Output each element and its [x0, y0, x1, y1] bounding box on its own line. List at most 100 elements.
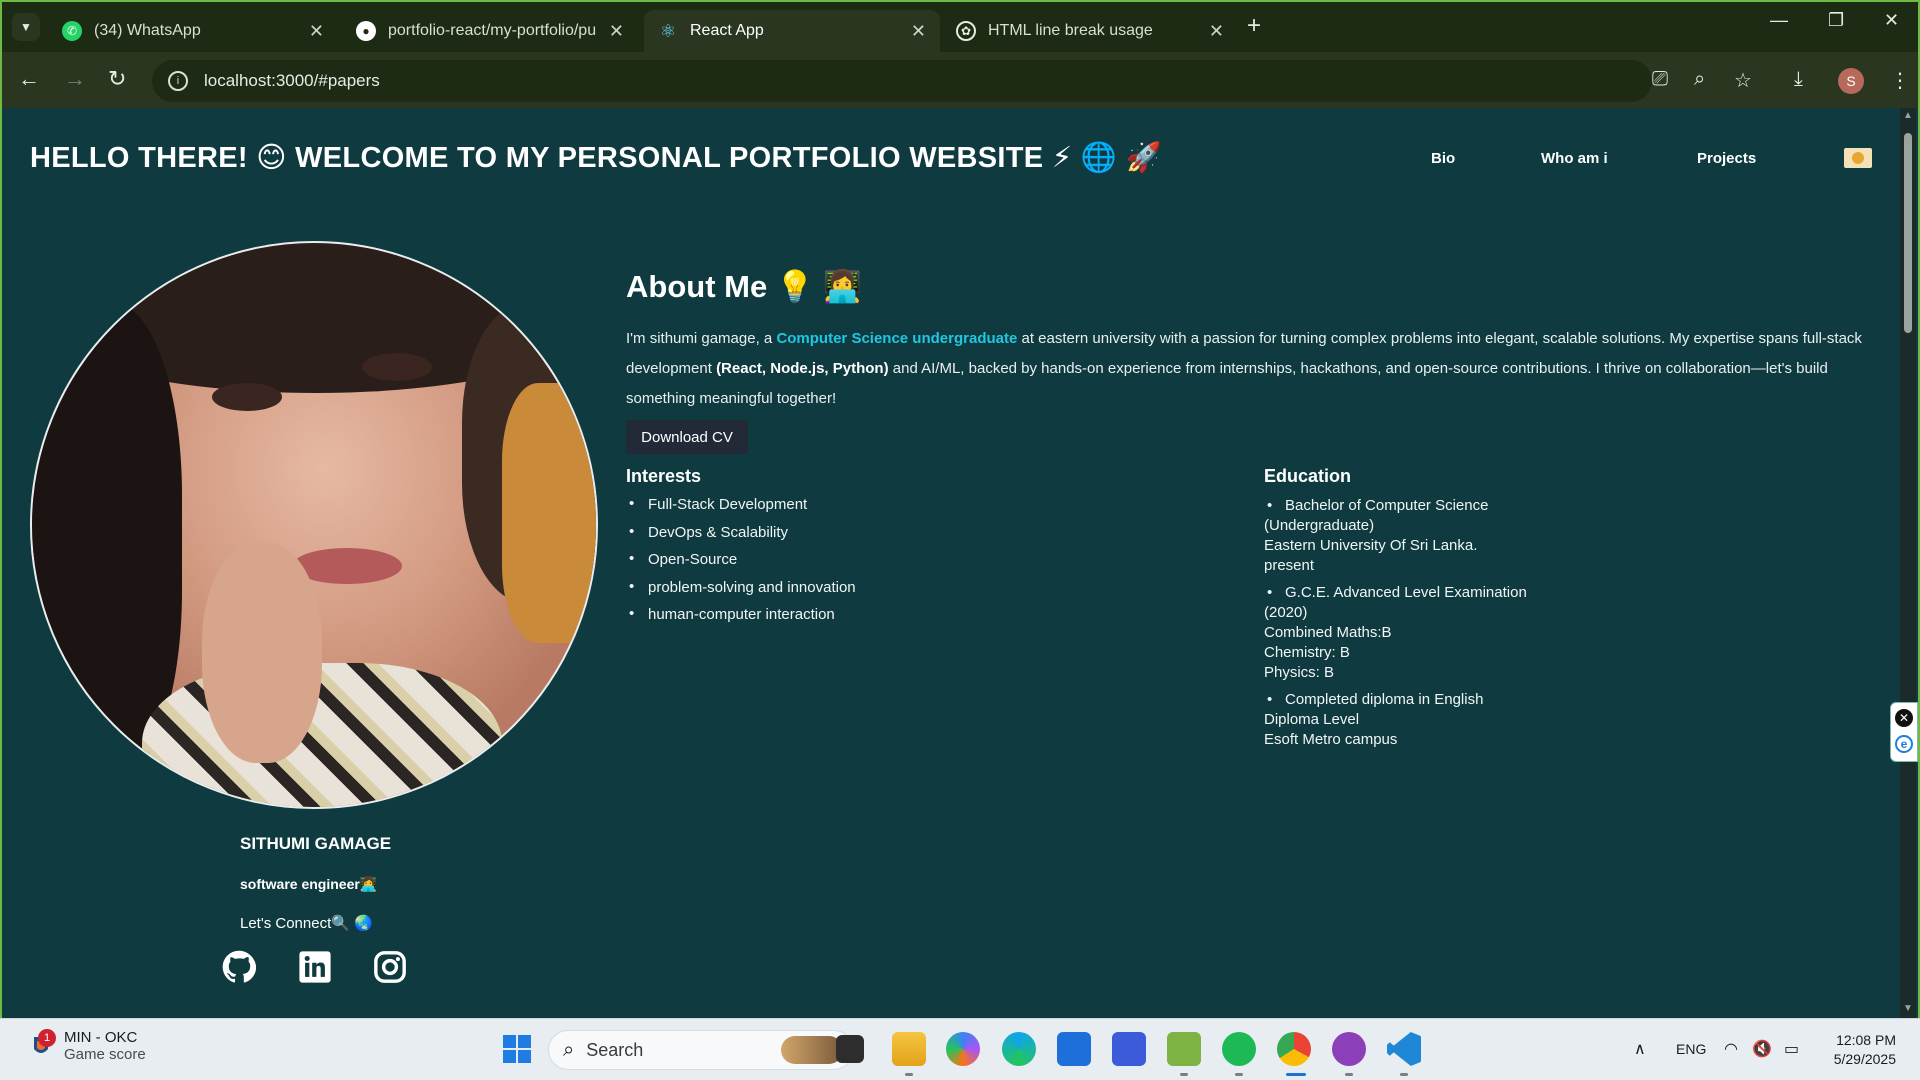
- close-window-button[interactable]: ✕: [1884, 10, 1899, 31]
- site-info-icon[interactable]: i: [168, 71, 188, 91]
- list-item: problem-solving and innovation: [626, 578, 856, 607]
- list-item: Open-Source: [626, 550, 856, 579]
- copilot-icon[interactable]: [946, 1032, 980, 1066]
- menu-kebab-icon[interactable]: ⋮: [1890, 68, 1910, 93]
- notification-badge: 1: [38, 1029, 56, 1047]
- close-icon[interactable]: ✕: [609, 21, 624, 42]
- math-app-icon[interactable]: [1112, 1032, 1146, 1066]
- profile-role: software engineer👩‍💻: [240, 876, 378, 892]
- download-icon[interactable]: ⤓: [1794, 68, 1803, 91]
- task-view-icon[interactable]: [836, 1035, 864, 1063]
- install-app-icon[interactable]: ⎚: [1652, 68, 1668, 91]
- volume-muted-icon[interactable]: 🔇: [1752, 1039, 1772, 1059]
- instagram-icon[interactable]: [373, 950, 407, 984]
- education-detail: (2020): [1264, 604, 1308, 621]
- education-detail: Combined Maths:B: [1264, 624, 1392, 641]
- tab-whatsapp[interactable]: ✆ (34) WhatsApp ✕: [48, 10, 338, 52]
- education-detail: present: [1264, 557, 1315, 574]
- zoom-icon[interactable]: ⌕: [1694, 68, 1705, 91]
- url-text[interactable]: localhost:3000/#papers: [204, 71, 380, 91]
- linkedin-icon[interactable]: [298, 950, 332, 984]
- address-bar[interactable]: i localhost:3000/#papers: [152, 60, 1652, 102]
- vscode-icon[interactable]: [1387, 1032, 1421, 1066]
- about-text-part: I'm sithumi gamage, a: [626, 330, 777, 347]
- widget-title: MIN - OKC: [64, 1029, 138, 1046]
- taskbar-search-box[interactable]: ⌕ Search: [548, 1030, 854, 1070]
- nav-link-who-am-i[interactable]: Who am i: [1541, 150, 1608, 167]
- connect-label: Let's Connect🔍 🌏: [240, 915, 373, 932]
- about-heading: About Me 💡 👩‍💻: [626, 269, 862, 304]
- list-item: • Completed diploma in English Diploma Le…: [1264, 690, 1564, 750]
- about-highlight: Computer Science undergraduate: [776, 330, 1018, 347]
- clock-date: 5/29/2025: [1833, 1051, 1896, 1067]
- education-list: • Bachelor of Computer Science (Undergrad…: [1264, 496, 1564, 757]
- tab-react-app[interactable]: ⚛ React App ✕: [644, 10, 940, 52]
- back-button[interactable]: ←: [18, 66, 40, 92]
- education-degree: Bachelor of Computer Science: [1285, 497, 1489, 514]
- education-institution: Eastern University Of Sri Lanka.: [1264, 537, 1478, 554]
- education-detail: (Undergraduate): [1264, 517, 1375, 534]
- restore-button[interactable]: ❐: [1828, 10, 1844, 31]
- page-title: HELLO THERE! 😊 WELCOME TO MY PERSONAL PO…: [30, 142, 1162, 174]
- windows-start-icon[interactable]: [500, 1032, 534, 1066]
- tab-search-button[interactable]: ▼: [12, 13, 40, 41]
- bookmark-star-icon[interactable]: ☆: [1734, 68, 1752, 93]
- forward-button[interactable]: →: [64, 66, 86, 92]
- system-clock[interactable]: 12:08 PM 5/29/2025: [1816, 1031, 1896, 1069]
- close-icon[interactable]: ✕: [1209, 21, 1224, 42]
- microsoft-store-icon[interactable]: [1057, 1032, 1091, 1066]
- minimize-button[interactable]: —: [1770, 10, 1788, 31]
- education-detail: Diploma Level: [1264, 711, 1360, 728]
- tab-title: HTML line break usage: [988, 22, 1153, 39]
- tab-title: (34) WhatsApp: [94, 22, 201, 39]
- tab-github[interactable]: ● portfolio-react/my-portfolio/pu ✕: [342, 10, 638, 52]
- nav-link-projects[interactable]: Projects: [1697, 150, 1756, 167]
- profile-avatar[interactable]: S: [1838, 68, 1864, 94]
- tab-title: portfolio-react/my-portfolio/pu: [388, 22, 597, 39]
- scroll-up-icon[interactable]: ▲: [1903, 110, 1913, 121]
- whatsapp-icon: ✆: [62, 21, 82, 41]
- scroll-down-icon[interactable]: ▼: [1903, 1003, 1913, 1014]
- tab-chatgpt[interactable]: ✿ HTML line break usage ✕: [942, 10, 1238, 52]
- list-item: • G.C.E. Advanced Level Examination (2020…: [1264, 583, 1564, 683]
- spotify-icon[interactable]: [1222, 1032, 1256, 1066]
- close-icon[interactable]: ✕: [1895, 709, 1913, 727]
- theme-toggle-button[interactable]: [1844, 148, 1872, 168]
- education-heading: Education: [1264, 466, 1352, 486]
- chrome-icon[interactable]: [1277, 1032, 1311, 1066]
- download-cv-button[interactable]: Download CV: [626, 420, 748, 454]
- search-highlight-image: [781, 1036, 843, 1064]
- search-icon: ⌕: [563, 1038, 575, 1061]
- interests-list: Full-Stack Development DevOps & Scalabil…: [626, 495, 856, 634]
- list-item: • Bachelor of Computer Science (Undergrad…: [1264, 496, 1564, 576]
- wifi-icon[interactable]: ◠: [1724, 1039, 1738, 1059]
- file-explorer-icon[interactable]: [892, 1032, 926, 1066]
- page-viewport: HELLO THERE! 😊 WELCOME TO MY PERSONAL PO…: [2, 108, 1900, 1018]
- close-icon[interactable]: ✕: [911, 21, 926, 42]
- battery-icon[interactable]: ▭: [1784, 1039, 1799, 1059]
- education-degree: Completed diploma in English: [1285, 691, 1484, 708]
- sports-score-icon: 1: [28, 1029, 56, 1061]
- show-hidden-icons-button[interactable]: ∧: [1634, 1039, 1646, 1059]
- reload-button[interactable]: ↻: [108, 66, 126, 92]
- github-desktop-icon[interactable]: [1332, 1032, 1366, 1066]
- github-icon: ●: [356, 21, 376, 41]
- widgets-button[interactable]: 1 MIN - OKC Game score: [28, 1029, 146, 1063]
- nav-link-bio[interactable]: Bio: [1431, 150, 1455, 167]
- search-label: Search: [586, 1039, 644, 1060]
- browser-toolbar: ← → ↻ i localhost:3000/#papers ⎚ ⌕ ☆ ⤓ S…: [2, 52, 1918, 110]
- extension-icon[interactable]: e: [1895, 735, 1913, 753]
- page-scrollbar[interactable]: ▲ ▼: [1900, 108, 1916, 1018]
- drawing-app-icon[interactable]: [1167, 1032, 1201, 1066]
- github-icon[interactable]: [222, 950, 256, 984]
- tab-strip: ▼ ✆ (34) WhatsApp ✕ ● portfolio-react/my…: [2, 2, 1918, 52]
- language-indicator[interactable]: ENG: [1676, 1041, 1706, 1057]
- edge-icon[interactable]: [1002, 1032, 1036, 1066]
- profile-name: SITHUMI GAMAGE: [240, 834, 392, 853]
- new-tab-button[interactable]: +: [1247, 12, 1261, 40]
- about-tech-stack: (React, Node.js, Python): [716, 360, 889, 377]
- scroll-thumb[interactable]: [1904, 133, 1912, 333]
- close-icon[interactable]: ✕: [309, 21, 324, 42]
- about-paragraph: I'm sithumi gamage, a Computer Science u…: [626, 324, 1876, 414]
- list-item: human-computer interaction: [626, 605, 856, 634]
